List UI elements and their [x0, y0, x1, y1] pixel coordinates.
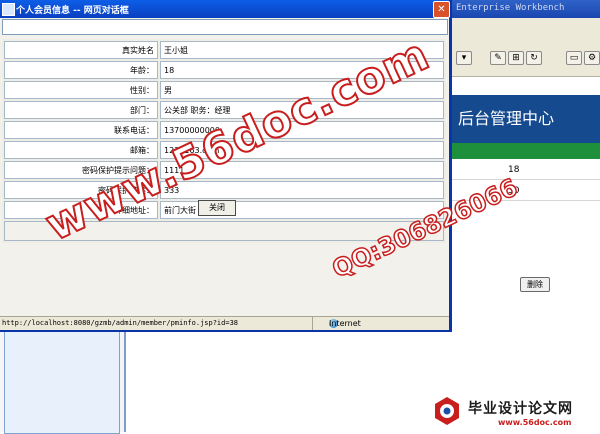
toolbar-grid-icon[interactable]: ⊞	[508, 51, 524, 65]
field-label: 性别：	[4, 81, 158, 99]
security-zone: Internet	[312, 317, 449, 330]
admin-center-title: 后台管理中心	[458, 109, 555, 128]
logo-badge-icon	[435, 397, 459, 425]
toolbar-format-icon[interactable]: ▾	[456, 51, 472, 65]
zone-label: Internet	[329, 319, 361, 328]
table-row: 部门： 公关部 职务：经理	[4, 101, 444, 119]
close-button[interactable]: 关闭	[198, 200, 236, 216]
logo-text: 毕业设计论文网	[468, 401, 573, 417]
field-label: 邮箱：	[4, 141, 158, 159]
field-label: 真实姓名	[4, 41, 158, 59]
dialog-top-row	[2, 19, 448, 35]
background-app-title: Enterprise Workbench	[456, 3, 565, 13]
table-header-bar	[452, 143, 600, 159]
toolbar-tools-icon[interactable]: ⚙	[584, 51, 600, 65]
background-left-box	[4, 330, 120, 434]
status-url: http://localhost:8080/gzmb/admin/member/…	[2, 319, 239, 327]
field-label: 年龄：	[4, 61, 158, 79]
toolbar-refresh-icon[interactable]: ↻	[526, 51, 542, 65]
page-icon	[2, 3, 15, 16]
table-row: 18	[452, 161, 600, 180]
delete-button[interactable]: 删除	[520, 277, 550, 292]
close-icon[interactable]: ✕	[433, 1, 450, 18]
logo-url: www.56doc.com	[498, 418, 572, 427]
toolbar-folder-icon[interactable]: ▭	[566, 51, 582, 65]
toolbar-edit-icon[interactable]: ✎	[490, 51, 506, 65]
status-bar: http://localhost:8080/gzmb/admin/member/…	[0, 316, 449, 330]
admin-center-header: 后台管理中心	[452, 95, 600, 143]
dialog-titlebar[interactable]: 个人会员信息 -- 网页对话框 ✕	[0, 0, 450, 18]
dialog-title: 个人会员信息 -- 网页对话框	[16, 6, 129, 16]
field-label: 联系电话：	[4, 121, 158, 139]
field-label: 部门：	[4, 101, 158, 119]
